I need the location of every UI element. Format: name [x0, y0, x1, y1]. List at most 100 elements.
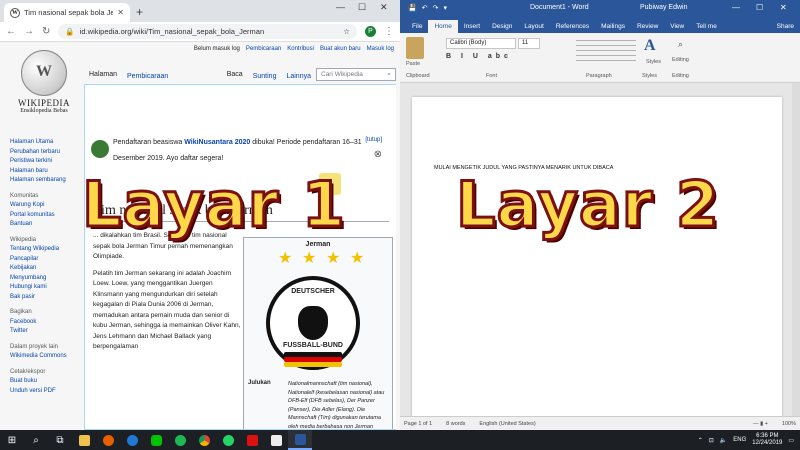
- sidebar-link[interactable]: Facebook: [10, 318, 88, 328]
- word-count[interactable]: 8 words: [446, 421, 465, 427]
- close-window-icon[interactable]: ✕: [780, 3, 787, 12]
- volume-icon[interactable]: 🔈: [720, 437, 727, 444]
- editing-button[interactable]: Editing: [672, 57, 689, 63]
- address-bar[interactable]: 🔒 id.wikipedia.org/wiki/Tim_nasional_sep…: [58, 24, 357, 39]
- media-icon[interactable]: [264, 430, 288, 450]
- clock[interactable]: 6:36 PM 12/24/2019: [752, 433, 782, 447]
- sidebar-link[interactable]: Halaman baru: [10, 167, 88, 177]
- font-name-select[interactable]: Calibri (Body): [446, 38, 516, 49]
- user-link[interactable]: Buat akun baru: [320, 46, 361, 52]
- wikipedia-logo[interactable]: WIKIPEDIA Ensiklopedia Bebas: [10, 50, 78, 114]
- zoom-level[interactable]: 100%: [782, 421, 796, 427]
- user-name[interactable]: Pubiway Edwin: [640, 4, 687, 11]
- sidebar-link[interactable]: Hubungi kami: [10, 283, 88, 293]
- sidebar-link[interactable]: Bantuan: [10, 220, 88, 230]
- user-links: Belum masuk log Pembicaraan Kontribusi B…: [194, 46, 394, 52]
- reload-icon[interactable]: ↻: [42, 26, 50, 37]
- spotify-icon[interactable]: [168, 430, 192, 450]
- vertical-scrollbar[interactable]: [792, 83, 800, 416]
- sidebar-link[interactable]: Portal komunitas: [10, 211, 88, 221]
- tab-file[interactable]: File: [406, 23, 428, 33]
- tell-me-box[interactable]: Tell me: [690, 23, 723, 33]
- acrobat-icon[interactable]: [240, 430, 264, 450]
- new-tab-icon[interactable]: +: [136, 5, 143, 19]
- task-view-icon[interactable]: ⧉: [48, 430, 72, 450]
- tab-baca[interactable]: Baca: [221, 71, 248, 84]
- forward-icon[interactable]: →: [24, 26, 34, 37]
- firefox-icon[interactable]: [96, 430, 120, 450]
- find-icon[interactable]: ⌕: [678, 39, 683, 50]
- language[interactable]: English (United States): [479, 421, 535, 427]
- tab-references[interactable]: References: [550, 23, 595, 33]
- line-icon[interactable]: [144, 430, 168, 450]
- page-count[interactable]: Page 1 of 1: [404, 421, 432, 427]
- tab-design[interactable]: Design: [486, 23, 518, 33]
- tab-home[interactable]: Home: [428, 20, 458, 33]
- user-link[interactable]: Masuk log: [367, 46, 394, 52]
- network-icon[interactable]: ⊡: [709, 437, 714, 444]
- sidebar-link[interactable]: Warung Kopi: [10, 201, 88, 211]
- close-tab-icon[interactable]: ✕: [117, 8, 124, 17]
- sidebar-link[interactable]: Tentang Wikipedia: [10, 245, 88, 255]
- format-buttons[interactable]: B I U abc: [446, 53, 512, 60]
- maximize-icon[interactable]: ☐: [756, 3, 763, 12]
- sidebar-link[interactable]: Perubahan terbaru: [10, 148, 88, 158]
- paste-button[interactable]: Paste: [406, 61, 420, 67]
- sidebar-link[interactable]: Buat buku: [10, 377, 88, 387]
- tab-review[interactable]: Review: [631, 23, 664, 33]
- share-button[interactable]: Share: [771, 23, 800, 33]
- group-label-clipboard: Clipboard: [406, 73, 430, 79]
- styles-button[interactable]: Styles: [646, 59, 661, 65]
- sidebar-link[interactable]: Peristiwa terkini: [10, 157, 88, 167]
- tab-view[interactable]: View: [664, 23, 690, 33]
- notification-icon[interactable]: ▭: [788, 437, 794, 444]
- edge-icon[interactable]: [120, 430, 144, 450]
- font-size-select[interactable]: 11: [518, 38, 540, 49]
- minimize-icon[interactable]: —: [336, 2, 345, 12]
- sidebar-link[interactable]: Halaman sembarang: [10, 176, 88, 186]
- close-window-icon[interactable]: ✕: [380, 2, 388, 13]
- tab-pembicaraan[interactable]: Pembicaraan: [122, 73, 173, 84]
- sidebar-link[interactable]: Bak pasir: [10, 293, 88, 303]
- notice-link[interactable]: WikiNusantara 2020: [184, 139, 250, 146]
- sidebar-link[interactable]: Kebijakan: [10, 264, 88, 274]
- document-page[interactable]: MULAI MENGETIK JUDUL YANG PASTINYA MENAR…: [412, 97, 782, 417]
- sidebar-heading: Komunitas: [10, 192, 39, 199]
- windows-start-icon[interactable]: ⊞: [0, 430, 24, 450]
- sidebar-link[interactable]: Unduh versi PDF: [10, 387, 88, 397]
- minimize-icon[interactable]: —: [732, 3, 740, 12]
- quick-access-toolbar[interactable]: 💾↶↷▾: [408, 4, 452, 12]
- tab-insert[interactable]: Insert: [458, 23, 486, 33]
- user-link[interactable]: Kontribusi: [287, 46, 314, 52]
- user-link[interactable]: Pembicaraan: [246, 46, 281, 52]
- language-indicator[interactable]: ENG: [733, 437, 746, 443]
- chrome-icon[interactable]: [192, 430, 216, 450]
- sidebar-link[interactable]: Pancapilar: [10, 255, 88, 265]
- paste-icon[interactable]: [406, 37, 424, 59]
- search-icon[interactable]: ⌕: [387, 71, 391, 78]
- sidebar-link[interactable]: Wikimedia Commons: [10, 352, 88, 362]
- bookmark-star-icon[interactable]: ☆: [343, 27, 350, 36]
- wiki-search-input[interactable]: Cari Wikipedia ⌕: [316, 68, 396, 81]
- tray-chevron-icon[interactable]: ⌃: [698, 437, 703, 444]
- back-icon[interactable]: ←: [6, 26, 16, 37]
- zoom-slider[interactable]: — ▮ +: [753, 421, 768, 427]
- tab-mailings[interactable]: Mailings: [595, 23, 631, 33]
- search-icon[interactable]: ⌕: [24, 430, 48, 450]
- paragraph-controls[interactable]: [576, 39, 636, 65]
- profile-avatar[interactable]: P: [365, 26, 376, 37]
- whatsapp-icon[interactable]: [216, 430, 240, 450]
- file-explorer-icon[interactable]: [72, 430, 96, 450]
- tab-layout[interactable]: Layout: [518, 23, 550, 33]
- sidebar-link[interactable]: Menyumbang: [10, 274, 88, 284]
- tab-sunting[interactable]: Sunting: [248, 73, 282, 84]
- word-taskbar-icon[interactable]: [288, 430, 312, 450]
- sidebar-link[interactable]: Twitter: [10, 327, 88, 337]
- chrome-menu-icon[interactable]: ⋮: [384, 26, 394, 37]
- styles-icon[interactable]: A: [644, 37, 656, 55]
- browser-tab[interactable]: W Tim nasional sepak bola Jerman ✕: [4, 3, 130, 22]
- maximize-icon[interactable]: ☐: [358, 2, 366, 13]
- tab-halaman[interactable]: Halaman: [84, 71, 123, 84]
- tab-lainnya[interactable]: Lainnya: [281, 73, 316, 84]
- sidebar-link[interactable]: Halaman Utama: [10, 138, 88, 148]
